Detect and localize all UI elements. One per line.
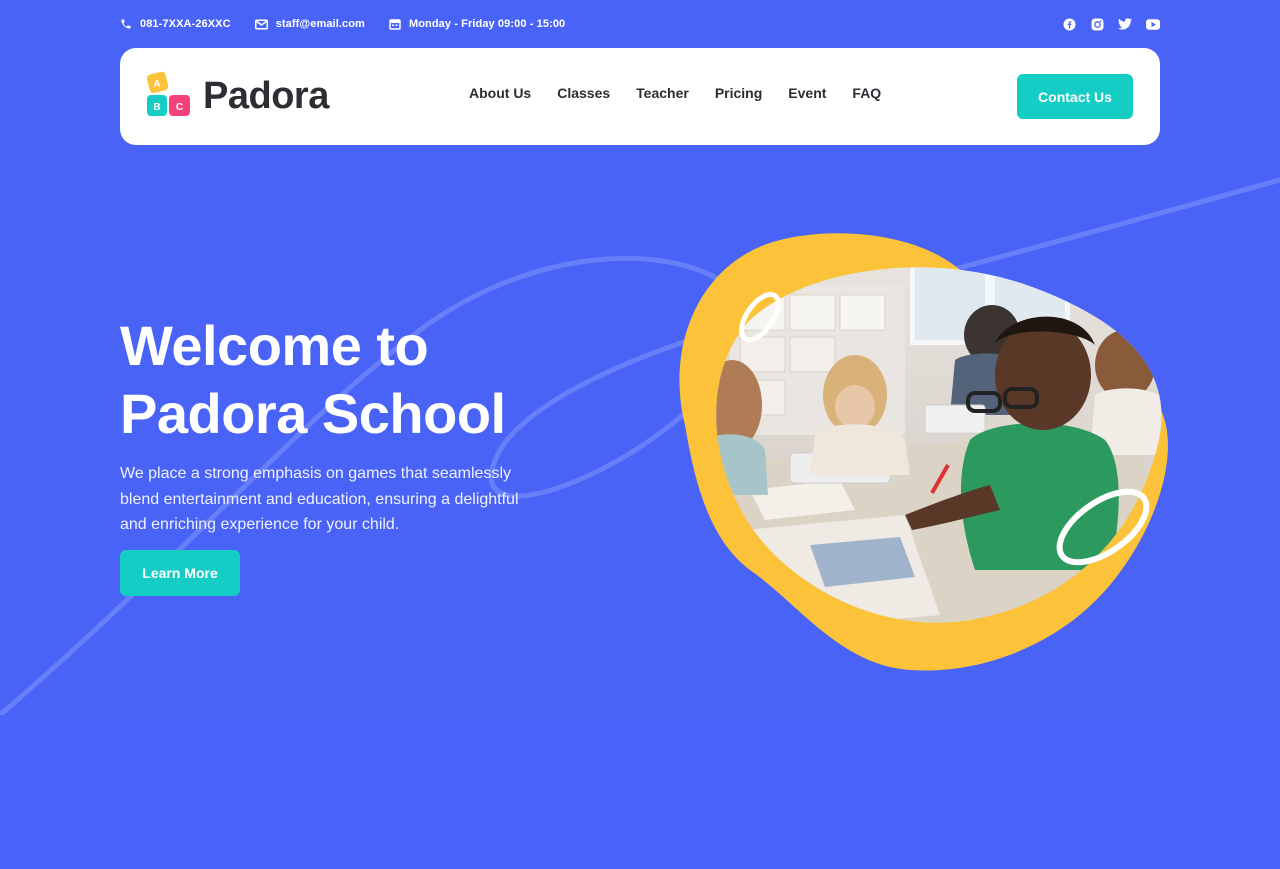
email-info[interactable]: staff@email.com <box>254 18 365 30</box>
twitter-icon[interactable] <box>1118 17 1132 31</box>
logo-text: Padora <box>203 74 329 117</box>
youtube-icon[interactable] <box>1146 17 1160 31</box>
nav-link-pricing[interactable]: Pricing <box>715 85 762 101</box>
hero-title-line-2: Padora School <box>120 382 506 445</box>
logo[interactable]: A B C Padora <box>145 68 329 124</box>
email-address: staff@email.com <box>275 18 365 30</box>
top-info-bar: 081-7XXA-26XXC staff@email.com Monday - … <box>120 14 1160 34</box>
hero-image <box>679 233 1168 671</box>
hero-title: Welcome to Padora School <box>120 312 506 448</box>
facebook-icon[interactable] <box>1062 17 1076 31</box>
phone-info[interactable]: 081-7XXA-26XXC <box>120 18 231 30</box>
instagram-icon[interactable] <box>1090 17 1104 31</box>
logo-block-a: A <box>153 79 160 90</box>
opening-hours: Monday - Friday 09:00 - 15:00 <box>408 18 566 30</box>
abc-blocks-logo-icon: A B C <box>146 71 190 116</box>
nav-link-faq[interactable]: FAQ <box>852 85 881 101</box>
phone-number: 081-7XXA-26XXC <box>140 18 231 30</box>
logo-block-b: B <box>153 102 160 113</box>
nav-link-event[interactable]: Event <box>788 85 826 101</box>
hero-title-line-1: Welcome to <box>120 314 429 377</box>
nav-menu: About Us Classes Teacher Pricing Event F… <box>469 85 881 101</box>
mail-icon <box>254 19 268 29</box>
hours-info: Monday - Friday 09:00 - 15:00 <box>389 18 565 30</box>
social-links <box>1062 17 1160 31</box>
learn-more-button[interactable]: Learn More <box>120 550 240 596</box>
hero-bottom-band <box>0 715 1280 869</box>
main-navbar: A B C Padora About Us Classes Teacher Pr… <box>120 48 1160 145</box>
phone-icon <box>121 19 131 29</box>
nav-link-classes[interactable]: Classes <box>557 85 610 101</box>
contact-us-button[interactable]: Contact Us <box>1017 74 1133 119</box>
hero-description: We place a strong emphasis on games that… <box>120 465 519 533</box>
calendar-icon <box>389 19 401 30</box>
nav-link-teacher[interactable]: Teacher <box>636 85 689 101</box>
nav-link-about-us[interactable]: About Us <box>469 85 531 101</box>
logo-block-c: C <box>176 102 183 113</box>
